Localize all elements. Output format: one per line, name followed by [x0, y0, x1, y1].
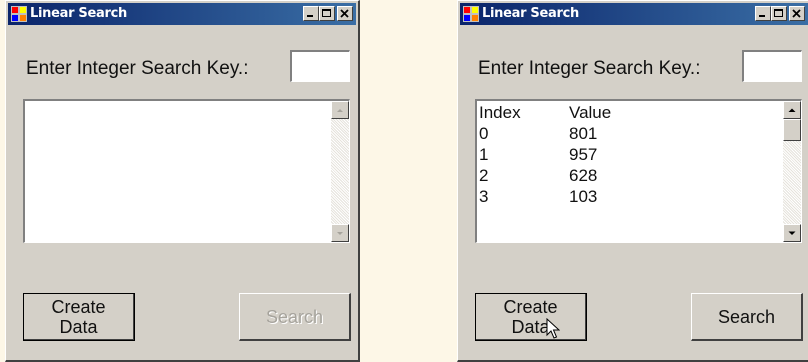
create-data-label: Create Data: [503, 296, 558, 337]
search-label: Search: [265, 306, 324, 327]
app-window-icon: [11, 6, 27, 22]
scroll-down-button[interactable]: [331, 224, 349, 242]
scroll-up-button[interactable]: [331, 101, 349, 119]
maximize-icon: [774, 9, 783, 17]
linear-search-window-filled: Linear Search Enter Integer Search Key.:…: [457, 0, 808, 362]
scroll-down-arrow-icon: [337, 232, 343, 235]
list-item-index: 2: [479, 166, 489, 185]
scroll-down-button[interactable]: [783, 224, 801, 242]
close-button[interactable]: [337, 6, 353, 21]
list-item-value: 103: [569, 187, 598, 206]
minimize-icon: [759, 15, 765, 17]
create-data-label: Create Data: [51, 296, 106, 337]
search-label: Search: [717, 306, 776, 327]
search-key-input[interactable]: [290, 50, 350, 82]
data-listbox[interactable]: [23, 99, 350, 243]
list-item-index: 3: [479, 187, 489, 206]
list-item[interactable]: 2 628: [479, 166, 759, 187]
create-data-button[interactable]: Create Data: [475, 293, 587, 341]
value-header: Value: [569, 103, 612, 122]
list-item-index: 0: [479, 124, 489, 143]
scrollbar-thumb[interactable]: [783, 119, 801, 141]
create-data-button[interactable]: Create Data: [23, 293, 135, 341]
listbox-rows: Index Value 0 801 1 957 2 628 3 103: [479, 103, 759, 208]
window-title: Linear Search: [30, 6, 127, 21]
scroll-down-arrow-icon: [788, 231, 796, 235]
scroll-up-button[interactable]: [783, 101, 801, 119]
list-item[interactable]: 0 801: [479, 124, 759, 145]
linear-search-window-empty: Linear Search Enter Integer Search Key.:…: [5, 0, 360, 362]
list-header-row: Index Value: [479, 103, 759, 124]
list-item[interactable]: 1 957: [479, 145, 759, 166]
list-item-value: 628: [569, 166, 598, 185]
minimize-button[interactable]: [755, 6, 771, 21]
title-bar[interactable]: Linear Search: [460, 3, 808, 25]
close-icon: [792, 9, 801, 18]
vertical-scrollbar[interactable]: [783, 101, 801, 242]
scroll-up-arrow-icon: [337, 109, 343, 112]
list-item[interactable]: 3 103: [479, 187, 759, 208]
search-button[interactable]: Search: [691, 293, 803, 341]
minimize-icon: [307, 15, 313, 17]
search-key-label: Enter Integer Search Key.:: [26, 58, 249, 79]
close-icon: [340, 9, 349, 18]
search-button[interactable]: Search: [239, 293, 351, 341]
list-item-value: 957: [569, 145, 598, 164]
close-button[interactable]: [789, 6, 805, 21]
maximize-icon: [322, 9, 331, 17]
window-title: Linear Search: [482, 6, 579, 21]
index-header: Index: [479, 103, 521, 122]
mouse-pointer-icon: [546, 318, 560, 339]
data-listbox[interactable]: Index Value 0 801 1 957 2 628 3 103: [475, 99, 802, 243]
list-item-value: 801: [569, 124, 598, 143]
maximize-button[interactable]: [319, 6, 335, 21]
search-key-label: Enter Integer Search Key.:: [478, 58, 701, 79]
title-bar[interactable]: Linear Search: [8, 3, 356, 25]
search-key-input[interactable]: [742, 50, 802, 82]
vertical-scrollbar[interactable]: [331, 101, 349, 242]
minimize-button[interactable]: [303, 6, 319, 21]
scroll-up-arrow-icon: [788, 108, 796, 112]
maximize-button[interactable]: [771, 6, 787, 21]
list-item-index: 1: [479, 145, 489, 164]
app-window-icon: [463, 6, 479, 22]
